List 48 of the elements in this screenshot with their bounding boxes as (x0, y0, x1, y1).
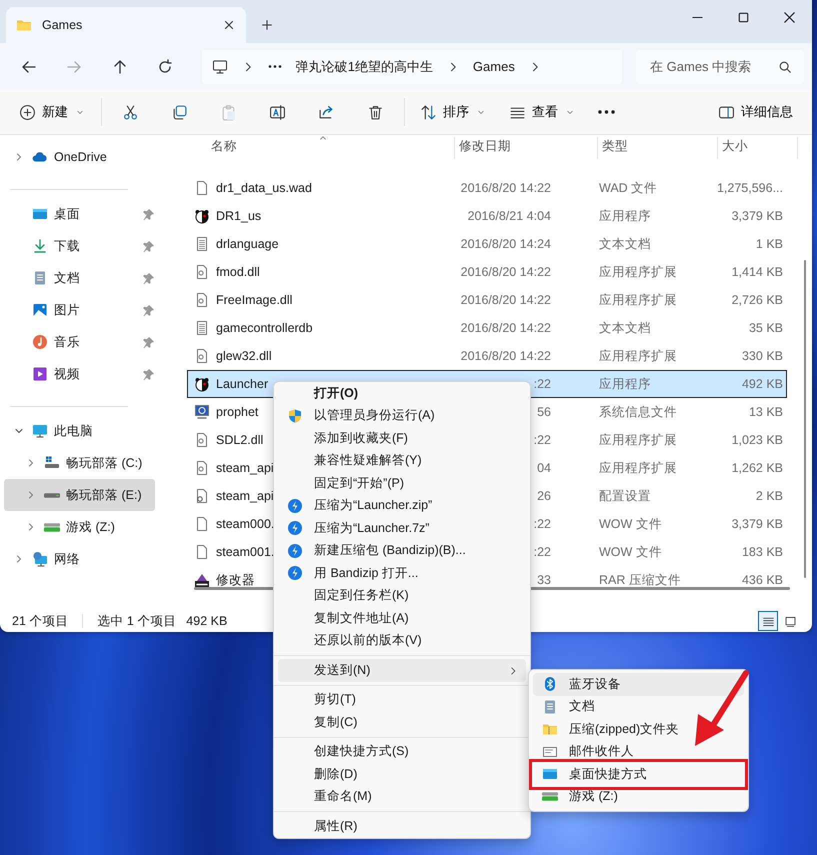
size-cell-text: 3,379 KB (730, 208, 783, 225)
date-cell-text: 26 (536, 488, 552, 505)
type-cell-text: 应用程序扩展 (598, 292, 678, 309)
size-cell-text: 35 KB (748, 320, 783, 337)
date-cell-text: 56 (536, 404, 552, 421)
date-cell-text: :22 (532, 516, 552, 533)
size-cell-text: 1,275,596... (716, 180, 783, 197)
size-cell-text: 1,414 KB (730, 264, 783, 281)
date-cell-text: 2016/8/20 14:24 (460, 236, 552, 253)
date-cell-text: 04 (536, 460, 552, 477)
type-cell-text: WOW 文件 (598, 516, 663, 533)
size-cell-text: 183 KB (740, 544, 783, 561)
size-cell-text: 13 KB (748, 404, 783, 421)
tab-title: Games (42, 16, 84, 34)
date-cell-text: 2016/8/20 14:22 (460, 292, 552, 309)
size-cell-text: 1 KB (754, 236, 783, 253)
date-cell-text: 2016/8/20 14:22 (460, 180, 552, 197)
date-cell-text: :22 (532, 376, 552, 393)
type-cell-text: WAD 文件 (598, 180, 658, 197)
type-cell-text: 应用程序扩展 (598, 264, 678, 281)
size-cell-text: 330 KB (740, 348, 783, 365)
type-cell-text: 应用程序扩展 (598, 432, 678, 449)
size-cell-text: 492 KB (740, 376, 783, 393)
date-cell-text: :22 (532, 432, 552, 449)
date-cell-text: 2016/8/21 4:04 (466, 208, 552, 225)
type-cell-text: 应用程序 (598, 208, 652, 225)
type-cell-text: 应用程序扩展 (598, 460, 678, 477)
type-cell-text: 系统信息文件 (598, 404, 678, 421)
size-cell-text: 1,023 KB (730, 432, 783, 449)
selection-count: 选中 1 个项目 (97, 612, 176, 630)
date-cell-text: 2016/8/20 14:22 (460, 348, 552, 365)
date-cell-text: 2016/8/20 14:22 (460, 264, 552, 281)
type-cell-text: 应用程序扩展 (598, 348, 678, 365)
date-cell-text: 33 (536, 572, 552, 589)
size-cell-text: 1,262 KB (730, 460, 783, 477)
size-cell-text: 436 KB (740, 572, 783, 589)
item-count: 21 个项目 (12, 612, 68, 630)
size-cell-text: 3,379 KB (730, 516, 783, 533)
type-cell-text: 应用程序 (598, 376, 652, 393)
selection-size: 492 KB (186, 612, 228, 630)
type-cell-text: 文本文档 (598, 320, 652, 337)
size-cell-text: 2 KB (754, 488, 783, 505)
type-cell-text: WOW 文件 (598, 544, 663, 561)
type-cell-text: 文本文档 (598, 236, 652, 253)
type-cell-text: RAR 压缩文件 (598, 572, 682, 589)
type-cell-text: 配置设置 (598, 488, 652, 505)
size-cell-text: 2,726 KB (730, 292, 783, 309)
date-cell-text: 2016/8/20 14:22 (460, 320, 552, 337)
